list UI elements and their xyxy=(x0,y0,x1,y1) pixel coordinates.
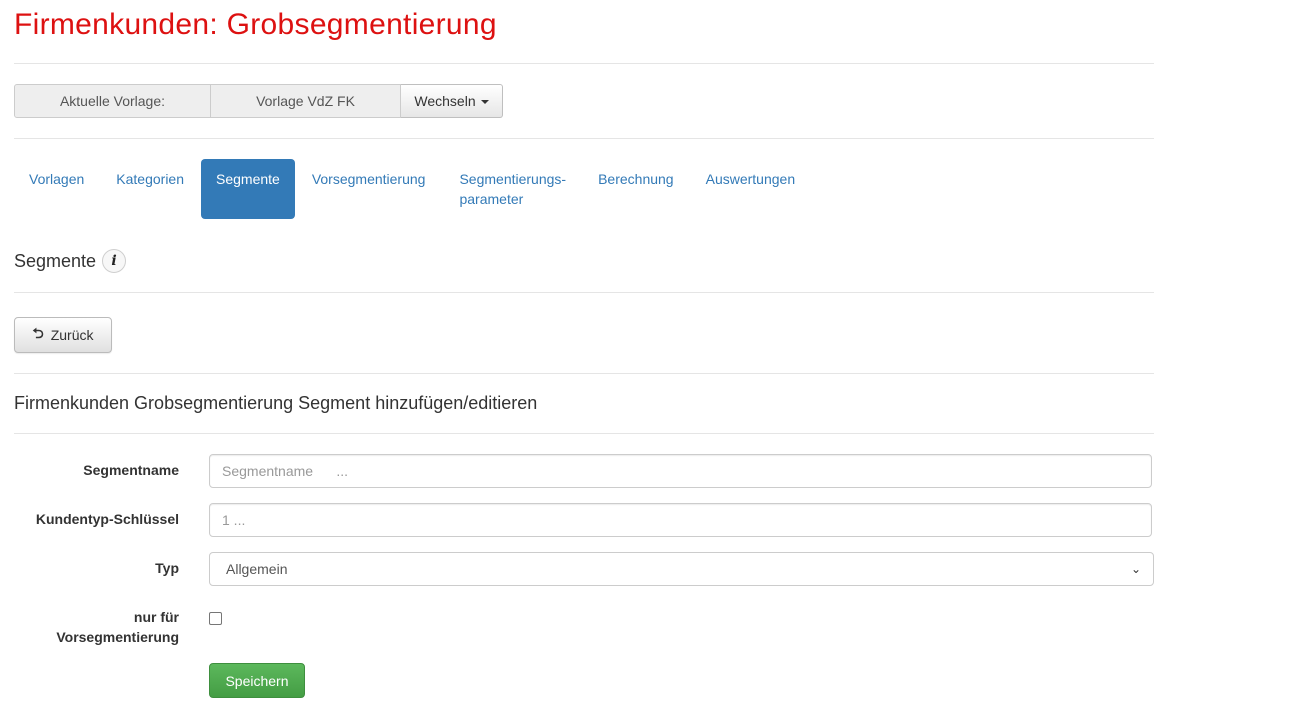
back-arrow-icon: ⮌ xyxy=(32,325,44,341)
back-label: Zurück xyxy=(50,327,94,343)
tab-vorlagen[interactable]: Vorlagen xyxy=(14,159,99,219)
form-heading: Firmenkunden Grobsegmentierung Segment h… xyxy=(14,393,538,413)
current-template-value: Vorlage VdZ FK xyxy=(211,84,401,118)
switch-label: Wechseln xyxy=(414,93,476,109)
section-heading: Segmente i xyxy=(14,249,127,273)
caret-down-icon xyxy=(480,100,489,105)
typ-selected-value: Allgemein xyxy=(226,561,288,577)
switch-template-button[interactable]: Wechseln xyxy=(401,84,503,118)
info-icon[interactable]: i xyxy=(102,249,127,273)
tab-kategorien[interactable]: Kategorien xyxy=(101,159,199,219)
chevron-down-icon: ⌄ xyxy=(1130,562,1141,576)
segmentname-input[interactable] xyxy=(209,454,1152,488)
tab-auswertungen[interactable]: Auswertungen xyxy=(691,159,811,219)
nav-tabs: Vorlagen Kategorien Segmente Vorsegmenti… xyxy=(14,159,812,219)
divider xyxy=(14,63,1154,64)
divider xyxy=(14,433,1154,434)
tab-segmente[interactable]: Segmente xyxy=(201,159,295,219)
vorseg-label: nur für Vorsegmentierung xyxy=(14,607,179,647)
tab-berechnung[interactable]: Berechnung xyxy=(583,159,689,219)
vorseg-label-line1: nur für xyxy=(133,609,179,625)
divider xyxy=(14,373,1154,374)
segmentname-label: Segmentname xyxy=(83,462,179,478)
section-title: Segmente xyxy=(14,250,97,271)
divider xyxy=(14,292,1154,293)
vorseg-label-line2: Vorsegmentierung xyxy=(56,629,179,645)
vorseg-checkbox[interactable] xyxy=(209,612,222,625)
tab-segmentierungsparameter[interactable]: Segmentierungs- parameter xyxy=(442,159,581,219)
kundentyp-input[interactable] xyxy=(209,503,1152,537)
template-selector: Aktuelle Vorlage: Vorlage VdZ FK Wechsel… xyxy=(14,84,503,118)
kundentyp-label: Kundentyp-Schlüssel xyxy=(35,511,179,527)
typ-label: Typ xyxy=(155,560,179,576)
page-title: Firmenkunden: Grobsegmentierung xyxy=(14,8,497,41)
divider xyxy=(14,138,1154,139)
current-template-label: Aktuelle Vorlage: xyxy=(14,84,211,118)
tab-vorsegmentierung[interactable]: Vorsegmentierung xyxy=(297,159,441,219)
typ-select[interactable]: Allgemein ⌄ xyxy=(209,552,1154,586)
back-button[interactable]: ⮌ Zurück xyxy=(14,317,112,353)
save-button[interactable]: Speichern xyxy=(209,663,305,698)
